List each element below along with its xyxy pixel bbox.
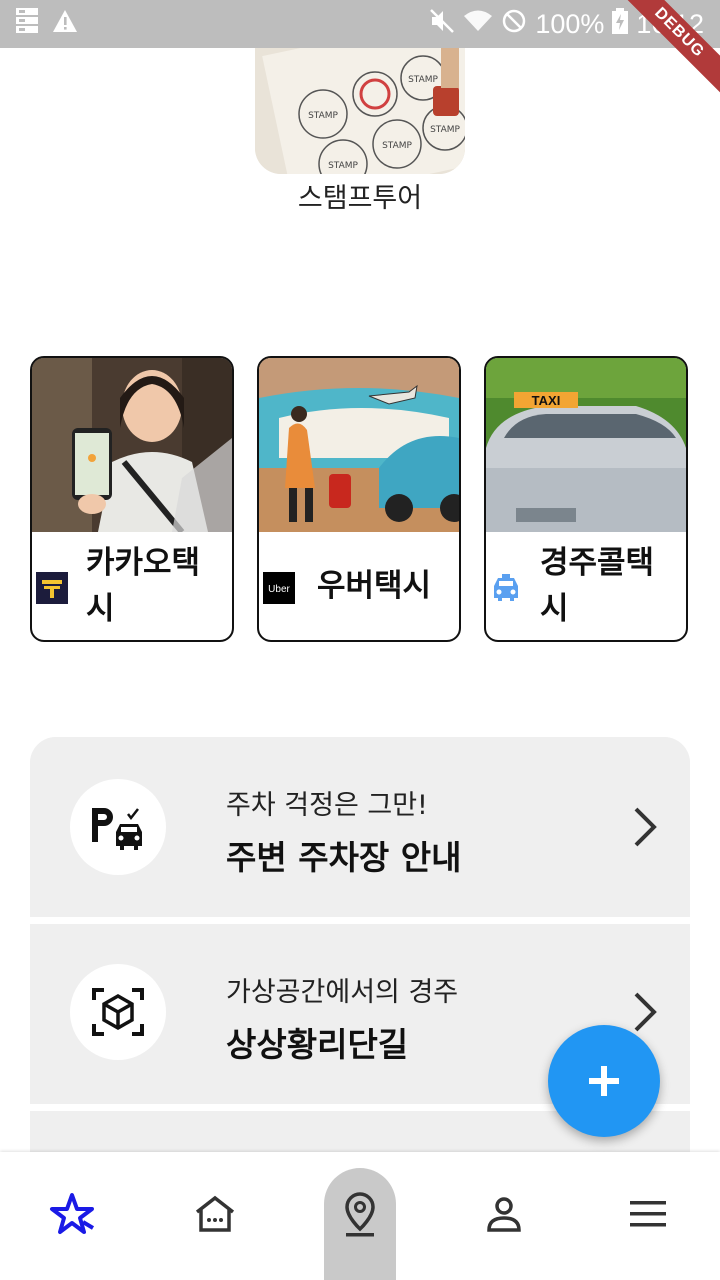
no-sim-icon	[501, 8, 527, 41]
nav-profile[interactable]	[444, 1152, 564, 1280]
nav-home[interactable]	[155, 1152, 275, 1280]
uber-logo: Uber	[263, 572, 295, 604]
stamp-text: STAMP	[328, 161, 358, 171]
taxi-name: 경주콜택시	[540, 545, 655, 627]
add-fab-button[interactable]	[548, 1025, 660, 1137]
bottom-navigation	[0, 1152, 720, 1280]
stamp-text: STAMP	[382, 141, 412, 151]
chevron-right-icon	[630, 990, 660, 1034]
stamp-tour-label[interactable]: 스탬프투어	[230, 176, 490, 215]
taxi-car-icon	[490, 572, 522, 604]
home-icon	[193, 1194, 237, 1238]
divider	[30, 917, 690, 924]
parking-info-row[interactable]: 주차 걱정은 그만! 주변 주차장 안내	[30, 737, 690, 917]
parking-icon	[70, 779, 166, 875]
battery-charging-icon	[612, 7, 629, 41]
nav-menu[interactable]	[588, 1152, 708, 1280]
ar-cube-icon	[70, 964, 166, 1060]
battery-percent: 100%	[535, 8, 605, 39]
wifi-icon	[463, 9, 493, 40]
star-icon	[49, 1192, 95, 1240]
nav-star[interactable]	[12, 1152, 132, 1280]
virtual-space-subtitle: 가상공간에서의 경주	[226, 977, 459, 1008]
person-icon	[484, 1194, 524, 1238]
uber-taxi-card[interactable]: Uber 우버택시	[257, 356, 461, 642]
kakao-t-logo	[36, 572, 68, 604]
status-bar: 100% 16:12	[0, 0, 720, 48]
kakao-taxi-photo	[32, 358, 232, 534]
stamp-text: STAMP	[408, 75, 438, 85]
taxi-name: 우버택시	[317, 568, 432, 604]
chevron-right-icon	[630, 805, 660, 849]
stamp-tour-image[interactable]: STAMP STAMP STAMP STAMP STAMP	[255, 48, 465, 174]
stamp-text: STAMP	[308, 111, 338, 121]
storage-icon	[16, 7, 38, 41]
taxi-sign-text: TAXI	[532, 393, 561, 408]
gyeongju-taxi-card[interactable]: TAXI 경주콜택시	[484, 356, 688, 642]
kakao-taxi-card[interactable]: 카카오택시	[30, 356, 234, 642]
gyeongju-taxi-photo: TAXI	[486, 358, 686, 532]
warning-icon	[52, 9, 78, 40]
mute-icon	[429, 8, 455, 41]
parking-title: 주변 주차장 안내	[226, 838, 462, 877]
uber-logo-text: Uber	[268, 584, 290, 595]
location-icon	[340, 1190, 380, 1242]
virtual-space-title: 상상황리단길	[226, 1025, 409, 1064]
plus-icon	[589, 1066, 619, 1096]
menu-icon	[628, 1199, 668, 1233]
uber-taxi-photo	[259, 358, 459, 532]
stamp-text: STAMP	[430, 125, 460, 135]
taxi-name: 카카오택시	[86, 545, 201, 627]
nav-location[interactable]	[300, 1152, 420, 1280]
parking-subtitle: 주차 걱정은 그만!	[226, 790, 428, 821]
